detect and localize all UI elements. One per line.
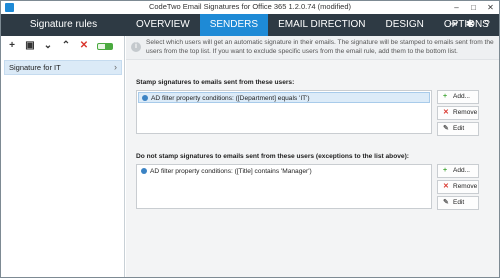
tab-design[interactable]: DESIGN [376,14,434,36]
remove-icon: ✕ [443,183,449,190]
list-item-label: AD filter property conditions: ([Title] … [150,168,312,175]
tab-senders[interactable]: SENDERS [199,14,269,36]
help-icon[interactable]: ? [481,18,493,32]
button-label: Edit [453,125,465,132]
rules-toolbar: + ▣ ⌄ ⌃ ✕ [1,36,125,56]
edit-icon: ✎ [443,199,449,206]
edit-stamp-user-button[interactable]: ✎ Edit [437,122,479,136]
button-label: Add... [453,167,470,174]
maximize-button[interactable]: □ [465,1,482,14]
rules-sidebar: + ▣ ⌄ ⌃ ✕ Signature for IT › [1,36,125,277]
app-header: Signature rules OVERVIEW SENDERS EMAIL D… [1,14,499,36]
button-label: Edit [453,199,465,206]
info-banner: i Select which users will get an automat… [126,36,499,60]
tab-email-direction[interactable]: EMAIL DIRECTION [268,14,375,36]
info-text: Select which users will get an automatic… [146,39,494,55]
rule-item-signature-for-it[interactable]: Signature for IT › [4,60,122,75]
exclude-section-label: Do not stamp signatures to emails sent f… [136,153,409,160]
stamp-section-label: Stamp signatures to emails sent from the… [136,79,295,86]
button-label: Remove [453,109,478,116]
app-window: CodeTwo Email Signatures for Office 365 … [0,0,500,278]
rule-enabled-toggle[interactable] [97,42,113,50]
save-icon[interactable]: ▣ [25,40,35,52]
exclude-users-list[interactable]: AD filter property conditions: ([Title] … [136,164,432,209]
stamp-users-list[interactable]: AD filter property conditions: ([Departm… [136,90,432,134]
remove-exclude-user-button[interactable]: ✕ Remove [437,180,479,194]
list-item-label: AD filter property conditions: ([Departm… [151,95,310,102]
edit-exclude-user-button[interactable]: ✎ Edit [437,196,479,210]
add-stamp-user-button[interactable]: + Add... [437,90,479,104]
remove-icon: ✕ [443,109,449,116]
button-label: Add... [453,93,470,100]
tab-bar: OVERVIEW SENDERS EMAIL DIRECTION DESIGN … [126,14,499,36]
sign-out-icon[interactable]: ⇥ [447,18,459,32]
list-item[interactable]: AD filter property conditions: ([Title] … [138,166,430,177]
user-icon [142,95,148,101]
gear-icon[interactable]: ✱ [464,18,476,32]
senders-panel: i Select which users will get an automat… [126,36,499,277]
edit-icon: ✎ [443,125,449,132]
window-title: CodeTwo Email Signatures for Office 365 … [148,2,352,11]
info-icon: i [131,42,141,52]
button-label: Remove [453,183,478,190]
app-title: Signature rules [29,19,98,30]
plus-icon: + [443,93,448,100]
move-up-icon[interactable]: ⌃ [61,40,71,52]
title-bar: CodeTwo Email Signatures for Office 365 … [1,1,499,14]
minimize-button[interactable]: – [448,1,465,14]
add-rule-icon[interactable]: + [7,40,17,52]
list-item[interactable]: AD filter property conditions: ([Departm… [138,92,430,103]
delete-rule-icon[interactable]: ✕ [79,40,89,52]
move-down-icon[interactable]: ⌄ [43,40,53,52]
chevron-right-icon: › [114,62,117,72]
user-icon [141,168,147,174]
header-icons: ⇥ ✱ ? [447,18,493,32]
rule-item-label: Signature for IT [9,63,61,72]
add-exclude-user-button[interactable]: + Add... [437,164,479,178]
tab-overview[interactable]: OVERVIEW [126,14,200,36]
remove-stamp-user-button[interactable]: ✕ Remove [437,106,479,120]
plus-icon: + [443,167,448,174]
close-button[interactable]: ✕ [482,1,499,14]
